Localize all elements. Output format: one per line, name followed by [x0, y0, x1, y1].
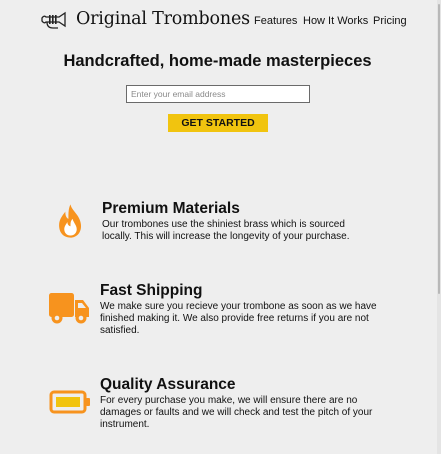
nav-link-pricing[interactable]: Pricing: [373, 15, 407, 27]
email-input[interactable]: [126, 85, 310, 103]
feature-title: Fast Shipping: [100, 282, 203, 299]
nav-link-how-it-works[interactable]: How It Works: [303, 15, 368, 27]
feature-description: Our trombones use the shiniest brass whi…: [102, 219, 350, 242]
trumpet-icon[interactable]: [41, 11, 71, 31]
scrollbar-thumb[interactable]: [438, 4, 440, 294]
landing-page: Original Trombones Features How It Works…: [0, 0, 441, 454]
get-started-button[interactable]: GET STARTED: [168, 114, 268, 132]
hero-title: Handcrafted, home-made masterpieces: [63, 52, 372, 70]
truck-icon: [49, 293, 89, 324]
nav-link-features[interactable]: Features: [254, 15, 297, 27]
feature-description: For every purchase you make, we will ens…: [100, 395, 373, 430]
feature-description: We make sure you recieve your trombone a…: [100, 301, 377, 336]
brand-name[interactable]: Original Trombones: [76, 9, 250, 29]
battery-icon: [49, 390, 90, 414]
feature-title: Premium Materials: [102, 200, 240, 217]
fire-icon: [59, 204, 82, 238]
feature-title: Quality Assurance: [100, 376, 236, 393]
